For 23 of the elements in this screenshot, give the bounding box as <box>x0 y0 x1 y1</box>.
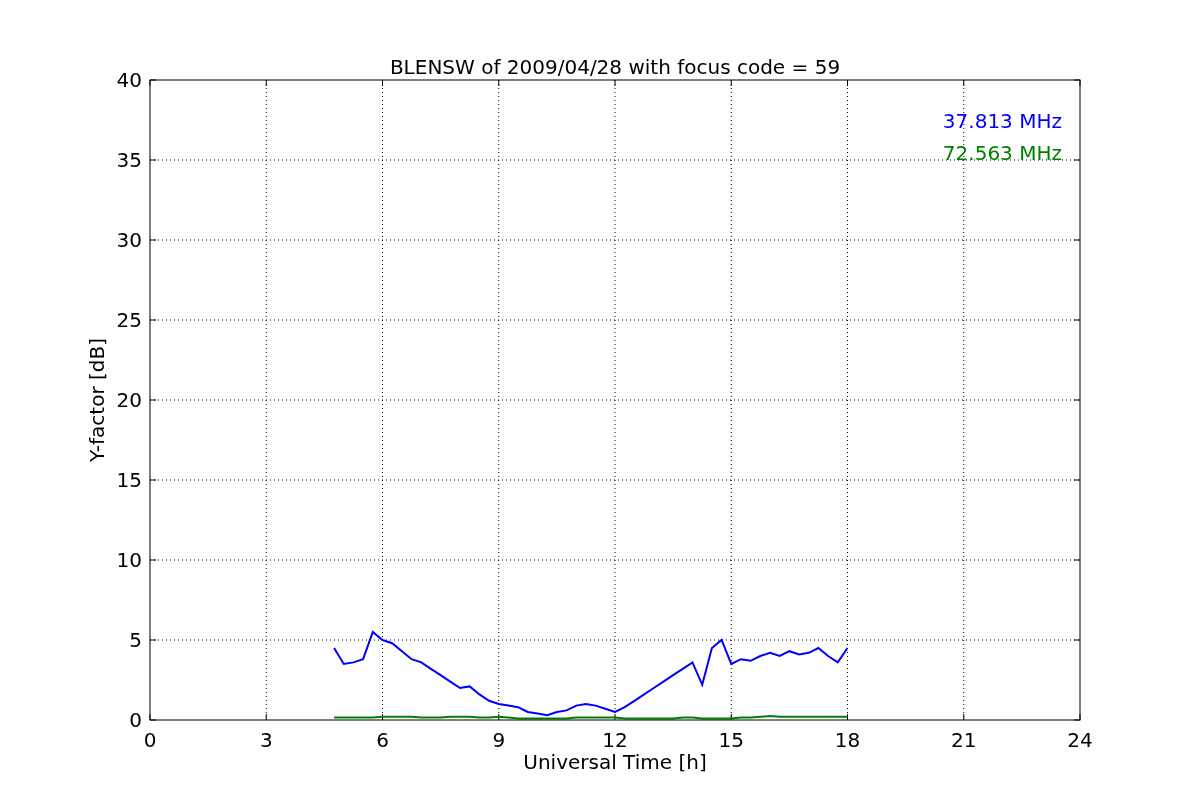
y-tick-label: 15 <box>116 468 142 492</box>
legend-label: 72.563 MHz <box>942 141 1062 165</box>
x-tick-label: 24 <box>1067 728 1093 752</box>
y-tick-label: 0 <box>129 708 142 732</box>
chart-title: BLENSW of 2009/04/28 with focus code = 59 <box>389 55 841 79</box>
y-tick-label: 10 <box>116 548 142 572</box>
x-tick-label: 18 <box>834 728 861 752</box>
y-tick-label: 30 <box>116 228 142 252</box>
y-tick-label: 25 <box>116 308 142 332</box>
y-tick-label: 40 <box>116 68 142 92</box>
x-tick-label: 15 <box>718 728 744 752</box>
x-tick-label: 0 <box>143 728 157 752</box>
x-tick-label: 6 <box>376 728 389 752</box>
legend-label: 37.813 MHz <box>942 109 1062 133</box>
x-axis-label: Universal Time [h] <box>523 750 707 774</box>
y-tick-label: 35 <box>116 148 142 172</box>
x-tick-label: 12 <box>602 728 628 752</box>
x-tick-label: 21 <box>951 728 977 752</box>
x-tick-label: 9 <box>492 728 506 752</box>
y-axis-label: Y-factor [dB] <box>85 338 109 462</box>
y-tick-label: 5 <box>129 628 142 652</box>
x-tick-label: 3 <box>259 728 273 752</box>
y-tick-label: 20 <box>116 388 142 412</box>
